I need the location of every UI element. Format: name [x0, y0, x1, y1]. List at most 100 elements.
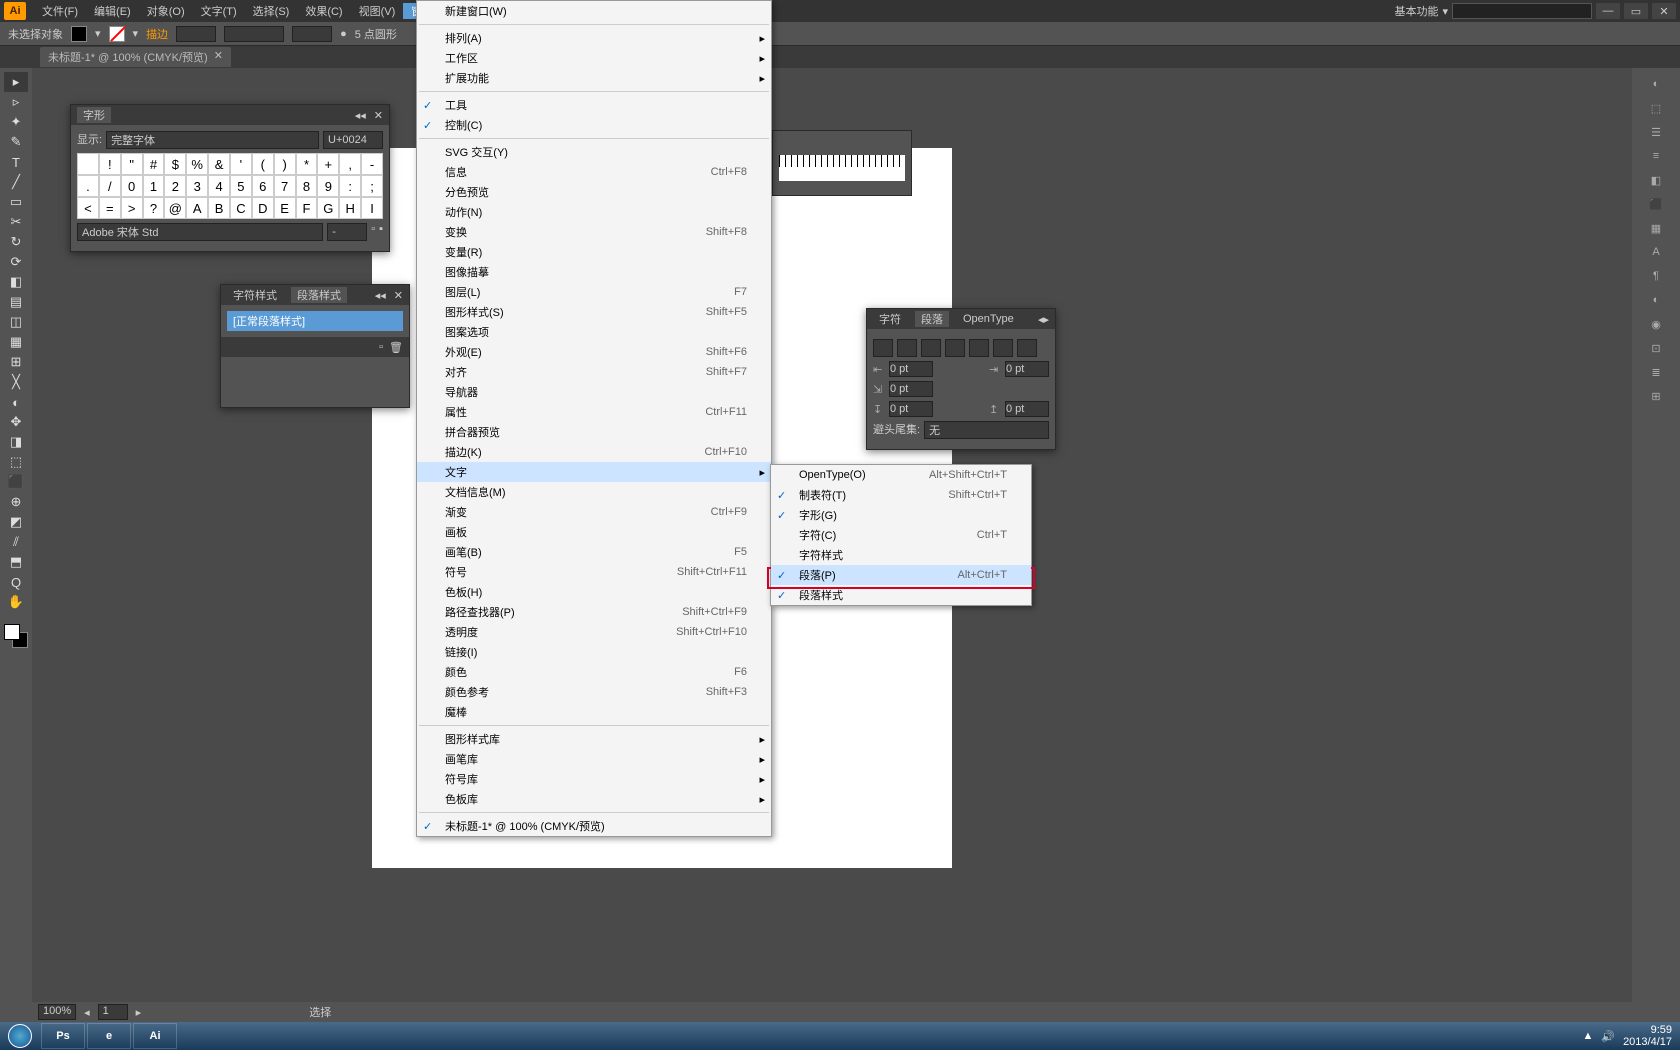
close-icon[interactable]: ✕	[214, 49, 223, 65]
menu-item[interactable]: 画笔(B)F5	[417, 542, 771, 562]
menu-item[interactable]: 变量(R)	[417, 242, 771, 262]
first-line-field[interactable]	[889, 381, 933, 397]
panel-collapse-icon[interactable]: ◂◂	[355, 109, 366, 122]
menu-item[interactable]: SVG 交互(Y)	[417, 142, 771, 162]
tool-button[interactable]: ⊞	[4, 352, 28, 372]
next-page-icon[interactable]: ▸	[136, 1006, 142, 1019]
menu-item[interactable]: 对齐Shift+F7	[417, 362, 771, 382]
menu-编辑(E)[interactable]: 编辑(E)	[86, 3, 139, 19]
glyph-grid[interactable]: !"#$%&'()*+,-./0123456789:;<=>?@ABCDEFGH…	[77, 153, 383, 219]
tool-button[interactable]: ▦	[4, 332, 28, 352]
tool-button[interactable]: ⬒	[4, 552, 28, 572]
tool-button[interactable]: ⊕	[4, 492, 28, 512]
glyph-cell[interactable]: =	[99, 197, 121, 219]
menu-item[interactable]: 拼合器预览	[417, 422, 771, 442]
menu-item[interactable]: 渐变Ctrl+F9	[417, 502, 771, 522]
glyph-cell[interactable]: 7	[274, 175, 296, 197]
menu-item[interactable]: OpenType(O)Alt+Shift+Ctrl+T	[771, 465, 1031, 485]
glyph-cell[interactable]: $	[164, 153, 186, 175]
glyph-cell[interactable]: :	[339, 175, 361, 197]
new-style-icon[interactable]: ▫	[379, 341, 383, 353]
menu-item[interactable]: 符号Shift+Ctrl+F11	[417, 562, 771, 582]
menu-item[interactable]: ✓段落样式	[771, 585, 1031, 605]
align-center-button[interactable]	[897, 339, 917, 357]
taskbar-app[interactable]: Ai	[133, 1023, 177, 1049]
menu-item[interactable]: ✓段落(P)Alt+Ctrl+T	[771, 565, 1031, 585]
tool-button[interactable]: ✦	[4, 112, 28, 132]
panel-close-icon[interactable]: ✕	[374, 109, 383, 122]
glyph-cell[interactable]: 1	[143, 175, 165, 197]
glyph-show-dropdown[interactable]: 完整字体	[106, 131, 319, 149]
glyph-cell[interactable]: H	[339, 197, 361, 219]
style-item[interactable]: [正常段落样式]	[227, 311, 403, 331]
zoom-in-icon[interactable]: ▪	[379, 223, 383, 241]
tool-button[interactable]: ✂	[4, 212, 28, 232]
prev-page-icon[interactable]: ◂	[84, 1006, 90, 1019]
menu-item[interactable]: 字符样式	[771, 545, 1031, 565]
tool-button[interactable]: ▹	[4, 92, 28, 112]
menu-item[interactable]: 图案选项	[417, 322, 771, 342]
menu-item[interactable]: 图形样式(S)Shift+F5	[417, 302, 771, 322]
menu-item[interactable]: 扩展功能▸	[417, 68, 771, 88]
glyph-cell[interactable]: %	[186, 153, 208, 175]
fill-swatch[interactable]	[71, 26, 87, 42]
panel-button[interactable]: ▦	[1640, 216, 1672, 240]
clock-date[interactable]: 2013/4/17	[1623, 1036, 1672, 1048]
panel-collapse-icon[interactable]: ◂◂	[375, 289, 386, 302]
menu-item[interactable]: 路径查找器(P)Shift+Ctrl+F9	[417, 602, 771, 622]
tool-button[interactable]: ◫	[4, 312, 28, 332]
menu-item[interactable]: 工作区▸	[417, 48, 771, 68]
menu-item[interactable]: 分色预览	[417, 182, 771, 202]
tray-icon[interactable]: ▲	[1582, 1030, 1593, 1042]
glyph-cell[interactable]: (	[252, 153, 274, 175]
menu-item[interactable]: 画板	[417, 522, 771, 542]
menu-item[interactable]: 颜色参考Shift+F3	[417, 682, 771, 702]
glyph-cell[interactable]: ,	[339, 153, 361, 175]
tool-button[interactable]: ▭	[4, 192, 28, 212]
menu-item[interactable]: 信息Ctrl+F8	[417, 162, 771, 182]
panel-button[interactable]: ◐	[1640, 288, 1672, 312]
menu-对象(O)[interactable]: 对象(O)	[139, 3, 193, 19]
justify-right-button[interactable]	[993, 339, 1013, 357]
glyph-style-dropdown[interactable]: -	[327, 223, 367, 241]
delete-icon[interactable]: 🗑	[389, 341, 403, 354]
tool-button[interactable]: ╱	[4, 172, 28, 192]
glyph-cell[interactable]: *	[296, 153, 318, 175]
glyph-cell[interactable]: I	[361, 197, 383, 219]
glyph-cell[interactable]: &	[208, 153, 230, 175]
tool-button[interactable]: ▸	[4, 72, 28, 92]
brush-preset[interactable]: 5 点圆形	[355, 26, 397, 42]
glyph-cell[interactable]: D	[252, 197, 274, 219]
menu-item[interactable]: 字符(C)Ctrl+T	[771, 525, 1031, 545]
menu-item[interactable]: 颜色F6	[417, 662, 771, 682]
tabs-panel[interactable]	[772, 130, 912, 196]
menu-item[interactable]: 变换Shift+F8	[417, 222, 771, 242]
glyph-cell[interactable]: B	[208, 197, 230, 219]
fg-color[interactable]	[4, 624, 20, 640]
tool-button[interactable]: ✋	[4, 592, 28, 612]
menu-item[interactable]: ✓未标题-1* @ 100% (CMYK/预览)	[417, 816, 771, 836]
menu-item[interactable]: 描边(K)Ctrl+F10	[417, 442, 771, 462]
tool-button[interactable]: ◐	[4, 392, 28, 412]
workspace-switcher[interactable]: 基本功能	[1394, 3, 1438, 19]
glyph-cell[interactable]: +	[317, 153, 339, 175]
tool-button[interactable]: ⬛	[4, 472, 28, 492]
tab-char-styles[interactable]: 字符样式	[227, 287, 283, 303]
menu-item[interactable]: ✓制表符(T)Shift+Ctrl+T	[771, 485, 1031, 505]
menu-选择(S)[interactable]: 选择(S)	[245, 3, 298, 19]
glyph-font-dropdown[interactable]: Adobe 宋体 Std	[77, 223, 323, 241]
glyph-cell[interactable]: 9	[317, 175, 339, 197]
stroke-swatch[interactable]	[109, 26, 125, 42]
tool-button[interactable]: ✎	[4, 132, 28, 152]
panel-button[interactable]: ⬚	[1640, 96, 1672, 120]
glyph-cell[interactable]: ;	[361, 175, 383, 197]
menu-item[interactable]: 文字▸	[417, 462, 771, 482]
glyph-cell[interactable]: 4	[208, 175, 230, 197]
panel-tab-glyphs[interactable]: 字形	[77, 107, 111, 123]
panel-button[interactable]: ◐	[1640, 72, 1672, 96]
menu-文件(F)[interactable]: 文件(F)	[34, 3, 86, 19]
space-after-field[interactable]	[1005, 401, 1049, 417]
minimize-button[interactable]: —	[1596, 3, 1620, 19]
tool-button[interactable]: ◨	[4, 432, 28, 452]
panel-button[interactable]: A	[1640, 240, 1672, 264]
